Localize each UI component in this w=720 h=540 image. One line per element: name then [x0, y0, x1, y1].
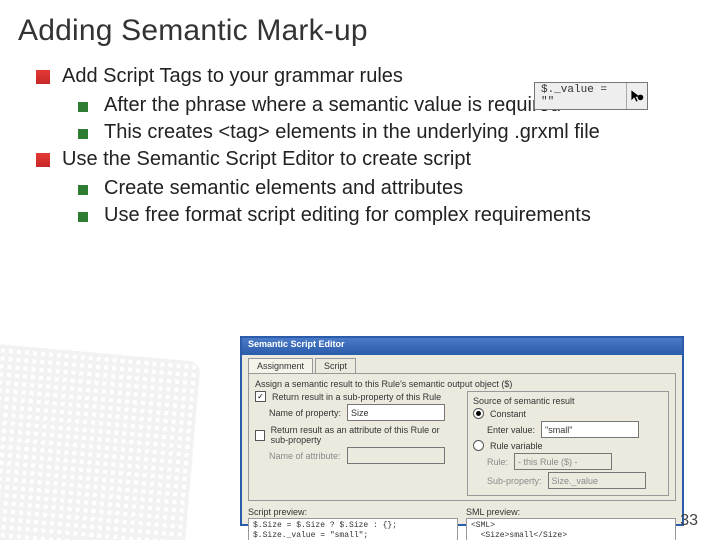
page-title: Adding Semantic Mark-up [0, 0, 720, 58]
bullet-icon [78, 212, 88, 222]
editor-tabs: Assignment Script [242, 355, 682, 373]
editor-panel: Assign a semantic result to this Rule's … [248, 373, 676, 501]
semantic-script-editor: Semantic Script Editor Assignment Script… [240, 336, 684, 526]
script-tag-label: $._value = "" [535, 84, 626, 108]
script-preview-label: Script preview: [248, 507, 458, 517]
checkbox-return-attribute[interactable] [255, 430, 265, 441]
bullet-icon [78, 185, 88, 195]
field-label: Enter value: [487, 425, 535, 435]
assign-heading: Assign a semantic result to this Rule's … [255, 379, 669, 389]
rule-select: - this Rule ($) - [514, 453, 612, 470]
group-title: Source of semantic result [473, 396, 663, 406]
radio-label: Rule variable [490, 441, 543, 451]
radio-rule-variable[interactable] [473, 440, 484, 451]
field-label: Sub-property: [487, 476, 542, 486]
attribute-name-field [347, 447, 445, 464]
decorative-grid [0, 340, 200, 540]
field-label: Rule: [487, 457, 508, 467]
radio-label: Constant [490, 409, 526, 419]
script-preview-box: $.Size = $.Size ? $.Size : {}; $.Size._v… [248, 518, 458, 540]
left-column: ✓ Return result in a sub-property of thi… [255, 389, 457, 496]
subprop-select: Size._value [548, 472, 646, 489]
bullet-text: Create semantic elements and attributes [104, 176, 692, 201]
constant-value-field[interactable]: "small" [541, 421, 639, 438]
sml-preview-box: <SML> <Size>small</Size> </SML> [466, 518, 676, 540]
checkbox-label: Return result in a sub-property of this … [272, 392, 441, 402]
bullet-icon [36, 153, 50, 167]
page-number: 33 [680, 512, 698, 530]
right-column: Source of semantic result Constant Enter… [467, 389, 669, 496]
bullet-text: Use free format script editing for compl… [104, 203, 692, 228]
editor-titlebar: Semantic Script Editor [242, 338, 682, 355]
subbullet: Create semantic elements and attributes [78, 176, 692, 201]
tab-script[interactable]: Script [315, 358, 356, 373]
bullet-icon [78, 102, 88, 112]
property-name-field[interactable]: Size [347, 404, 445, 421]
cursor-icon [626, 83, 647, 109]
script-tag-button[interactable]: $._value = "" [534, 82, 648, 110]
field-label: Name of property: [269, 408, 341, 418]
bullet-icon [78, 129, 88, 139]
bullet-text: This creates <tag> elements in the under… [104, 120, 692, 145]
bullet-text: Use the Semantic Script Editor to create… [62, 147, 692, 172]
bullet-icon [36, 70, 50, 84]
bullet-2: Use the Semantic Script Editor to create… [36, 147, 692, 172]
checkbox-return-subproperty[interactable]: ✓ [255, 391, 266, 402]
field-label: Name of attribute: [269, 451, 341, 461]
tab-assignment[interactable]: Assignment [248, 358, 313, 373]
subbullet: This creates <tag> elements in the under… [78, 120, 692, 145]
checkbox-label: Return result as an attribute of this Ru… [271, 425, 457, 445]
subbullet: Use free format script editing for compl… [78, 203, 692, 228]
slide: Adding Semantic Mark-up $._value = "" Ad… [0, 0, 720, 540]
sml-preview-label: SML preview: [466, 507, 676, 517]
radio-constant[interactable] [473, 408, 484, 419]
